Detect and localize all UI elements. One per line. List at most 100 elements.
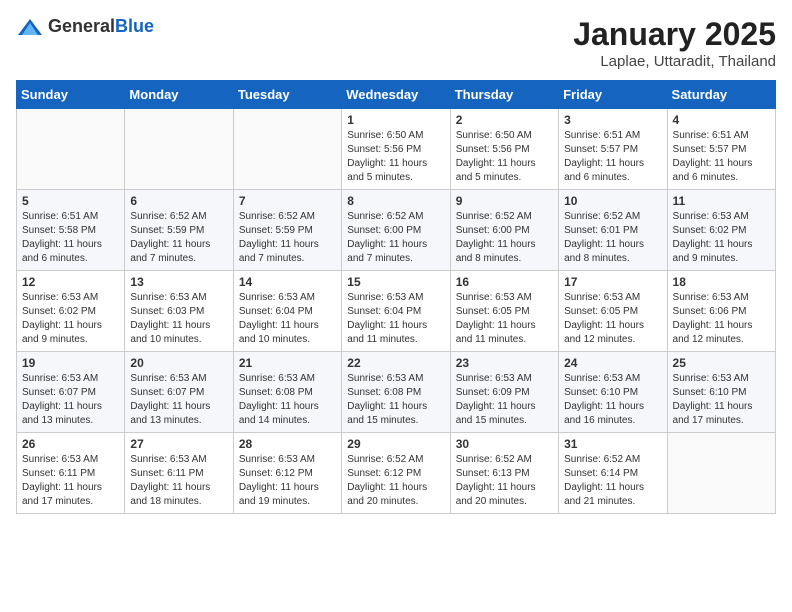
calendar-cell: 22Sunrise: 6:53 AMSunset: 6:08 PMDayligh… bbox=[342, 352, 450, 433]
calendar-cell: 24Sunrise: 6:53 AMSunset: 6:10 PMDayligh… bbox=[559, 352, 667, 433]
calendar-header: SundayMondayTuesdayWednesdayThursdayFrid… bbox=[17, 81, 776, 109]
logo-blue: Blue bbox=[115, 16, 154, 36]
calendar-cell: 7 Sunrise: 6:52 AMSunset: 5:59 PMDaylight… bbox=[233, 190, 341, 271]
day-number: 12 bbox=[22, 275, 119, 289]
day-detail: Sunrise: 6:52 AMSunset: 6:00 PMDaylight:… bbox=[456, 210, 553, 266]
day-number: 26 bbox=[22, 437, 119, 451]
day-number: 9 bbox=[456, 194, 553, 208]
calendar-cell: 11 Sunrise: 6:53 AMSunset: 6:02 PMDayligh… bbox=[667, 190, 775, 271]
calendar-cell bbox=[17, 109, 125, 190]
calendar-cell: 3Sunrise: 6:51 AMSunset: 5:57 PMDaylight… bbox=[559, 109, 667, 190]
day-number: 18 bbox=[673, 275, 770, 289]
weekday-header-wednesday: Wednesday bbox=[342, 81, 450, 109]
day-detail: Sunrise: 6:53 AMSunset: 6:08 PMDaylight:… bbox=[347, 372, 444, 428]
day-number: 11 bbox=[673, 194, 770, 208]
day-detail: Sunrise: 6:53 AMSunset: 6:07 PMDaylight:… bbox=[130, 372, 227, 428]
calendar-cell: 14Sunrise: 6:53 AMSunset: 6:04 PMDayligh… bbox=[233, 271, 341, 352]
day-detail: Sunrise: 6:53 AMSunset: 6:06 PMDaylight:… bbox=[673, 291, 770, 347]
calendar-cell bbox=[125, 109, 233, 190]
day-number: 30 bbox=[456, 437, 553, 451]
day-number: 17 bbox=[564, 275, 661, 289]
calendar: SundayMondayTuesdayWednesdayThursdayFrid… bbox=[16, 80, 776, 514]
calendar-cell: 4 Sunrise: 6:51 AMSunset: 5:57 PMDaylight… bbox=[667, 109, 775, 190]
day-number: 15 bbox=[347, 275, 444, 289]
day-detail: Sunrise: 6:53 AMSunset: 6:09 PMDaylight:… bbox=[456, 372, 553, 428]
month-title: January 2025 bbox=[573, 16, 776, 53]
day-number: 4 bbox=[673, 113, 770, 127]
day-number: 25 bbox=[673, 356, 770, 370]
day-number: 5 bbox=[22, 194, 119, 208]
calendar-cell: 25 Sunrise: 6:53 AMSunset: 6:10 PMDayligh… bbox=[667, 352, 775, 433]
calendar-cell: 19 Sunrise: 6:53 AMSunset: 6:07 PMDayligh… bbox=[17, 352, 125, 433]
day-detail: Sunrise: 6:52 AMSunset: 6:00 PMDaylight:… bbox=[347, 210, 444, 266]
day-detail: Sunrise: 6:53 AMSunset: 6:02 PMDaylight:… bbox=[22, 291, 119, 347]
day-detail: Sunrise: 6:53 AMSunset: 6:12 PMDaylight:… bbox=[239, 453, 336, 509]
calendar-week-1: 1 Sunrise: 6:50 AMSunset: 5:56 PMDaylight… bbox=[17, 109, 776, 190]
calendar-cell: 1 Sunrise: 6:50 AMSunset: 5:56 PMDaylight… bbox=[342, 109, 450, 190]
calendar-cell bbox=[667, 433, 775, 514]
day-detail: Sunrise: 6:53 AMSunset: 6:02 PMDaylight:… bbox=[673, 210, 770, 266]
calendar-cell: 30Sunrise: 6:52 AMSunset: 6:13 PMDayligh… bbox=[450, 433, 558, 514]
calendar-body: 1 Sunrise: 6:50 AMSunset: 5:56 PMDaylight… bbox=[17, 109, 776, 514]
day-detail: Sunrise: 6:53 AMSunset: 6:11 PMDaylight:… bbox=[22, 453, 119, 509]
day-number: 16 bbox=[456, 275, 553, 289]
day-detail: Sunrise: 6:53 AMSunset: 6:03 PMDaylight:… bbox=[130, 291, 227, 347]
calendar-cell: 27Sunrise: 6:53 AMSunset: 6:11 PMDayligh… bbox=[125, 433, 233, 514]
day-detail: Sunrise: 6:52 AMSunset: 6:12 PMDaylight:… bbox=[347, 453, 444, 509]
day-detail: Sunrise: 6:51 AMSunset: 5:57 PMDaylight:… bbox=[673, 129, 770, 185]
day-detail: Sunrise: 6:52 AMSunset: 5:59 PMDaylight:… bbox=[130, 210, 227, 266]
logo-text: GeneralBlue bbox=[48, 16, 154, 37]
calendar-week-5: 26 Sunrise: 6:53 AMSunset: 6:11 PMDayligh… bbox=[17, 433, 776, 514]
calendar-cell: 21Sunrise: 6:53 AMSunset: 6:08 PMDayligh… bbox=[233, 352, 341, 433]
day-number: 28 bbox=[239, 437, 336, 451]
day-detail: Sunrise: 6:53 AMSunset: 6:07 PMDaylight:… bbox=[22, 372, 119, 428]
day-detail: Sunrise: 6:52 AMSunset: 6:01 PMDaylight:… bbox=[564, 210, 661, 266]
day-number: 21 bbox=[239, 356, 336, 370]
day-number: 6 bbox=[130, 194, 227, 208]
day-detail: Sunrise: 6:50 AMSunset: 5:56 PMDaylight:… bbox=[456, 129, 553, 185]
weekday-header-monday: Monday bbox=[125, 81, 233, 109]
weekday-header-sunday: Sunday bbox=[17, 81, 125, 109]
logo-icon bbox=[16, 17, 44, 37]
calendar-cell: 8Sunrise: 6:52 AMSunset: 6:00 PMDaylight… bbox=[342, 190, 450, 271]
day-detail: Sunrise: 6:53 AMSunset: 6:04 PMDaylight:… bbox=[239, 291, 336, 347]
calendar-cell: 15 Sunrise: 6:53 AMSunset: 6:04 PMDayligh… bbox=[342, 271, 450, 352]
day-number: 7 bbox=[239, 194, 336, 208]
day-number: 29 bbox=[347, 437, 444, 451]
calendar-cell: 10 Sunrise: 6:52 AMSunset: 6:01 PMDayligh… bbox=[559, 190, 667, 271]
weekday-header-thursday: Thursday bbox=[450, 81, 558, 109]
calendar-cell: 9 Sunrise: 6:52 AMSunset: 6:00 PMDaylight… bbox=[450, 190, 558, 271]
calendar-week-2: 5 Sunrise: 6:51 AMSunset: 5:58 PMDaylight… bbox=[17, 190, 776, 271]
day-number: 19 bbox=[22, 356, 119, 370]
calendar-cell: 29 Sunrise: 6:52 AMSunset: 6:12 PMDayligh… bbox=[342, 433, 450, 514]
weekday-header-row: SundayMondayTuesdayWednesdayThursdayFrid… bbox=[17, 81, 776, 109]
day-number: 13 bbox=[130, 275, 227, 289]
weekday-header-friday: Friday bbox=[559, 81, 667, 109]
day-number: 31 bbox=[564, 437, 661, 451]
logo-general: General bbox=[48, 16, 115, 36]
calendar-cell: 18 Sunrise: 6:53 AMSunset: 6:06 PMDayligh… bbox=[667, 271, 775, 352]
calendar-cell: 13 Sunrise: 6:53 AMSunset: 6:03 PMDayligh… bbox=[125, 271, 233, 352]
day-number: 2 bbox=[456, 113, 553, 127]
day-detail: Sunrise: 6:52 AMSunset: 5:59 PMDaylight:… bbox=[239, 210, 336, 266]
day-detail: Sunrise: 6:51 AMSunset: 5:58 PMDaylight:… bbox=[22, 210, 119, 266]
calendar-cell: 20Sunrise: 6:53 AMSunset: 6:07 PMDayligh… bbox=[125, 352, 233, 433]
day-detail: Sunrise: 6:52 AMSunset: 6:14 PMDaylight:… bbox=[564, 453, 661, 509]
calendar-cell: 31 Sunrise: 6:52 AMSunset: 6:14 PMDayligh… bbox=[559, 433, 667, 514]
weekday-header-tuesday: Tuesday bbox=[233, 81, 341, 109]
calendar-cell: 26 Sunrise: 6:53 AMSunset: 6:11 PMDayligh… bbox=[17, 433, 125, 514]
calendar-cell: 23Sunrise: 6:53 AMSunset: 6:09 PMDayligh… bbox=[450, 352, 558, 433]
day-number: 24 bbox=[564, 356, 661, 370]
day-number: 3 bbox=[564, 113, 661, 127]
calendar-cell: 28 Sunrise: 6:53 AMSunset: 6:12 PMDayligh… bbox=[233, 433, 341, 514]
day-number: 1 bbox=[347, 113, 444, 127]
calendar-cell: 16Sunrise: 6:53 AMSunset: 6:05 PMDayligh… bbox=[450, 271, 558, 352]
day-detail: Sunrise: 6:53 AMSunset: 6:11 PMDaylight:… bbox=[130, 453, 227, 509]
calendar-cell: 12 Sunrise: 6:53 AMSunset: 6:02 PMDayligh… bbox=[17, 271, 125, 352]
day-detail: Sunrise: 6:53 AMSunset: 6:10 PMDaylight:… bbox=[673, 372, 770, 428]
day-detail: Sunrise: 6:53 AMSunset: 6:04 PMDaylight:… bbox=[347, 291, 444, 347]
calendar-cell: 17Sunrise: 6:53 AMSunset: 6:05 PMDayligh… bbox=[559, 271, 667, 352]
calendar-cell: 5 Sunrise: 6:51 AMSunset: 5:58 PMDaylight… bbox=[17, 190, 125, 271]
day-detail: Sunrise: 6:50 AMSunset: 5:56 PMDaylight:… bbox=[347, 129, 444, 185]
day-number: 10 bbox=[564, 194, 661, 208]
